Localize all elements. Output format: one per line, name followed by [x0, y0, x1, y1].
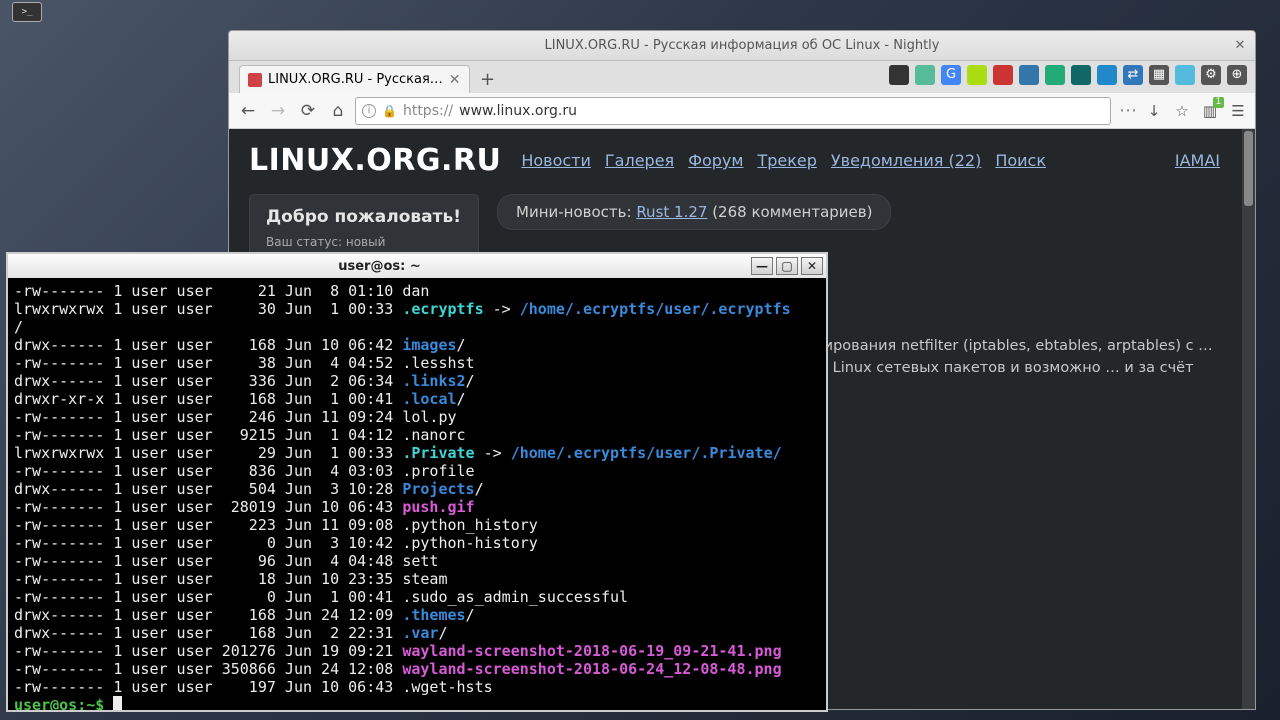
- reader-button[interactable]: ↓: [1143, 100, 1165, 122]
- terminal-title-text: user@os: ~: [8, 259, 751, 274]
- menu-item[interactable]: Галерея: [605, 151, 674, 170]
- terminal-body[interactable]: -rw------- 1 user user 21 Jun 8 01:10 da…: [8, 278, 826, 710]
- welcome-title: Добро пожаловать!: [266, 207, 462, 227]
- browser-tab[interactable]: LINUX.ORG.RU - Русская… ✕: [239, 65, 470, 93]
- site-info-icon[interactable]: i: [362, 104, 376, 118]
- extension-icon[interactable]: ⇄: [1123, 65, 1143, 85]
- site-logo[interactable]: LINUX.ORG.RU: [249, 143, 501, 178]
- bookmark-star-button[interactable]: ☆: [1171, 100, 1193, 122]
- extension-icon[interactable]: [915, 65, 935, 85]
- terminal-minimize-button[interactable]: —: [751, 257, 773, 275]
- mini-link[interactable]: Rust 1.27: [636, 203, 707, 221]
- browser-title-text: LINUX.ORG.RU - Русская информация об ОС …: [545, 38, 940, 53]
- terminal-close-button[interactable]: ✕: [801, 257, 823, 275]
- browser-titlebar[interactable]: LINUX.ORG.RU - Русская информация об ОС …: [229, 31, 1255, 61]
- nav-reload-button[interactable]: ⟳: [295, 98, 321, 124]
- terminal-maximize-button[interactable]: ▢: [776, 257, 798, 275]
- menu-item[interactable]: Новости: [521, 151, 591, 170]
- mini-news-box: Мини-новость: Rust 1.27 (268 комментарие…: [497, 194, 891, 230]
- extension-icon[interactable]: [1175, 65, 1195, 85]
- url-host: www.linux.org.ru: [459, 103, 577, 119]
- page-scrollbar[interactable]: [1242, 129, 1255, 709]
- url-bar[interactable]: i 🔒 https:// www.linux.org.ru: [355, 97, 1111, 125]
- extension-icon[interactable]: ⊕: [1227, 65, 1247, 85]
- browser-toolbar: ← → ⟳ ⌂ i 🔒 https:// www.linux.org.ru ⋯ ↓…: [229, 93, 1255, 129]
- nav-forward-button[interactable]: →: [265, 98, 291, 124]
- menu-item[interactable]: Форум: [688, 151, 743, 170]
- page-actions[interactable]: ⋯: [1119, 100, 1137, 121]
- tab-label: LINUX.ORG.RU - Русская…: [268, 72, 443, 87]
- tab-favicon: [248, 73, 262, 87]
- extension-icon[interactable]: [993, 65, 1013, 85]
- lock-icon: 🔒: [382, 104, 397, 118]
- extension-icon[interactable]: [967, 65, 987, 85]
- site-menu: Новости Галерея Форум Трекер Уведомления (22…: [521, 151, 1046, 170]
- browser-close-button[interactable]: ✕: [1231, 37, 1249, 55]
- desktop-terminal-launcher[interactable]: [12, 2, 42, 22]
- mini-label: Мини-новость:: [516, 203, 636, 221]
- extension-icon[interactable]: [889, 65, 909, 85]
- mini-tail: (268 комментариев): [707, 203, 872, 221]
- terminal-titlebar[interactable]: user@os: ~ — ▢ ✕: [8, 254, 826, 278]
- library-button[interactable]: ▥: [1199, 100, 1221, 122]
- terminal-window: user@os: ~ — ▢ ✕ -rw------- 1 user user …: [6, 252, 828, 712]
- menu-button[interactable]: ☰: [1227, 100, 1249, 122]
- tab-close-button[interactable]: ✕: [449, 72, 461, 88]
- menu-item[interactable]: Уведомления (22): [831, 151, 981, 170]
- user-link[interactable]: IAMAI: [1175, 151, 1220, 170]
- nav-back-button[interactable]: ←: [235, 98, 261, 124]
- browser-tabbar: LINUX.ORG.RU - Русская… ✕ + G ⇄ ▦ ⚙ ⊕: [229, 61, 1255, 93]
- extension-icon[interactable]: [1071, 65, 1091, 85]
- extension-icon[interactable]: G: [941, 65, 961, 85]
- extension-icon[interactable]: ⚙: [1201, 65, 1221, 85]
- nav-home-button[interactable]: ⌂: [325, 98, 351, 124]
- extension-icon[interactable]: [1045, 65, 1065, 85]
- extension-icon[interactable]: [1019, 65, 1039, 85]
- scrollbar-thumb[interactable]: [1244, 131, 1253, 206]
- menu-item[interactable]: Поиск: [995, 151, 1046, 170]
- extension-icon[interactable]: [1097, 65, 1117, 85]
- extension-icons: G ⇄ ▦ ⚙ ⊕: [889, 65, 1247, 85]
- url-protocol: https://: [403, 103, 453, 119]
- new-tab-button[interactable]: +: [476, 69, 500, 93]
- extension-icon[interactable]: ▦: [1149, 65, 1169, 85]
- menu-item[interactable]: Трекер: [757, 151, 816, 170]
